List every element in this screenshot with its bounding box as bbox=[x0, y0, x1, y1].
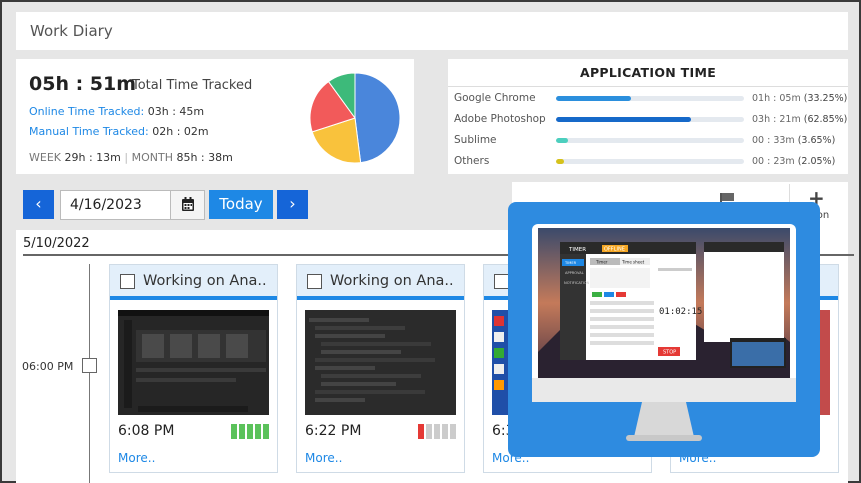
app-row-sublime: Sublime 00 : 33m (3.65%) bbox=[448, 133, 848, 149]
card-checkbox[interactable] bbox=[307, 274, 322, 289]
app-usage-fill bbox=[556, 96, 632, 101]
screenshot-card[interactable]: Working on Ana.. 6:08 PM More.. bbox=[109, 264, 278, 473]
divider bbox=[448, 86, 848, 87]
card-title: Working on Ana.. bbox=[143, 273, 267, 289]
app-name: Adobe Photoshop bbox=[454, 113, 546, 125]
screenshot-thumbnail[interactable] bbox=[305, 310, 456, 415]
activity-segment bbox=[442, 424, 448, 439]
app-usage-fill bbox=[556, 117, 692, 122]
app-time-percent: (62.85%) bbox=[803, 114, 848, 125]
page-title: Work Diary bbox=[30, 22, 113, 40]
promo-tab: Timer bbox=[595, 260, 608, 265]
app-row-others: Others 00 : 23m (2.05%) bbox=[448, 154, 848, 170]
app-time-percent: (2.05%) bbox=[797, 156, 836, 167]
activity-segment bbox=[255, 424, 261, 439]
online-time-row: Online Time Tracked: 03h : 45m bbox=[29, 105, 204, 118]
app-time-value: 00 : 23m bbox=[752, 156, 795, 167]
app-row-chrome: Google Chrome 01h : 05m (33.25%) bbox=[448, 91, 848, 107]
time-summary-card: 05h : 51m Total Time Tracked Online Time… bbox=[16, 59, 414, 174]
hour-label: 06:00 PM bbox=[22, 360, 74, 373]
activity-segment bbox=[239, 424, 245, 439]
app-time: 00 : 33m (3.65%) bbox=[752, 135, 835, 146]
online-time-label: Online Time Tracked: bbox=[29, 105, 145, 118]
activity-meter bbox=[231, 424, 269, 439]
promo-menu-item: TIMER bbox=[564, 261, 577, 265]
card-header: Working on Ana.. bbox=[110, 265, 277, 300]
date-picker[interactable]: 4/16/2023 bbox=[60, 190, 205, 220]
app-usage-bar bbox=[556, 159, 744, 164]
previous-day-button[interactable]: ‹ bbox=[23, 190, 54, 219]
monitor-illustration: TIMER OFFLINE TIMER APPROVAL NOTIFICATIO… bbox=[532, 224, 796, 441]
next-day-button[interactable]: › bbox=[277, 190, 308, 219]
app-time-value: 00 : 33m bbox=[752, 135, 795, 146]
app-time: 01h : 05m (33.25%) bbox=[752, 93, 847, 104]
promo-timer-tab: TIMER bbox=[568, 247, 586, 253]
app-usage-fill bbox=[556, 138, 569, 143]
app-usage-bar bbox=[556, 96, 744, 101]
manual-time-row: Manual Time Tracked: 02h : 02m bbox=[29, 125, 209, 138]
activity-segment bbox=[418, 424, 424, 439]
app-time-percent: (33.25%) bbox=[803, 93, 848, 104]
app-name: Google Chrome bbox=[454, 92, 536, 104]
activity-segment bbox=[426, 424, 432, 439]
card-checkbox[interactable] bbox=[120, 274, 135, 289]
promo-menu-item: APPROVAL bbox=[565, 271, 584, 275]
activity-meter bbox=[418, 424, 456, 439]
week-month-row: WEEK 29h : 13m | MONTH 85h : 38m bbox=[29, 151, 233, 164]
desktop-app-promo[interactable]: TIMER OFFLINE TIMER APPROVAL NOTIFICATIO… bbox=[508, 202, 820, 457]
today-button[interactable]: Today bbox=[209, 190, 273, 219]
activity-segment bbox=[263, 424, 269, 439]
pie-slice-blue bbox=[354, 72, 401, 164]
card-time: 6:08 PM bbox=[118, 423, 175, 439]
page-header: Work Diary bbox=[16, 12, 848, 50]
promo-timer-clock: 01:02:15 bbox=[659, 307, 702, 317]
month-value: 85h : 38m bbox=[176, 151, 233, 164]
promo-menu-item: NOTIFICATION bbox=[564, 281, 590, 285]
date-value[interactable]: 4/16/2023 bbox=[70, 197, 142, 213]
app-name: Others bbox=[454, 155, 490, 167]
app-time-percent: (3.65%) bbox=[797, 135, 836, 146]
screenshot-thumbnail[interactable] bbox=[118, 310, 269, 415]
card-checkbox[interactable] bbox=[494, 274, 509, 289]
activity-segment bbox=[231, 424, 237, 439]
month-label: MONTH bbox=[131, 151, 173, 164]
manual-time-label: Manual Time Tracked: bbox=[29, 125, 149, 138]
total-time-value: 05h : 51m bbox=[29, 73, 137, 95]
online-time-value: 03h : 45m bbox=[147, 105, 205, 118]
screenshot-card[interactable]: Working on Ana.. 6:22 PM More.. bbox=[296, 264, 465, 473]
application-time-title: APPLICATION TIME bbox=[579, 65, 717, 80]
promo-stop-button: STOP bbox=[663, 350, 676, 356]
more-link[interactable]: More.. bbox=[305, 451, 342, 465]
app-row-photoshop: Adobe Photoshop 03h : 21m (62.85%) bbox=[448, 112, 848, 128]
app-usage-fill bbox=[556, 159, 565, 164]
week-value: 29h : 13m bbox=[64, 151, 121, 164]
app-usage-bar bbox=[556, 117, 744, 122]
app-time-value: 01h : 05m bbox=[752, 93, 801, 104]
activity-segment bbox=[450, 424, 456, 439]
manual-time-value: 02h : 02m bbox=[152, 125, 209, 138]
card-header: Working on Ana.. bbox=[297, 265, 464, 300]
time-pie-chart bbox=[309, 72, 401, 164]
timeline-axis bbox=[89, 264, 90, 483]
promo-tab: Time sheet bbox=[621, 260, 645, 265]
activity-segment bbox=[247, 424, 253, 439]
app-time: 00 : 23m (2.05%) bbox=[752, 156, 835, 167]
card-title: Working on Ana.. bbox=[330, 273, 454, 289]
application-time-card: APPLICATION TIME Google Chrome 01h : 05m… bbox=[448, 59, 848, 174]
day-label: 5/10/2022 bbox=[23, 236, 90, 251]
more-link[interactable]: More.. bbox=[118, 451, 155, 465]
activity-segment bbox=[434, 424, 440, 439]
app-usage-bar bbox=[556, 138, 744, 143]
card-time: 6:22 PM bbox=[305, 423, 362, 439]
total-time-label: Total Time Tracked bbox=[132, 78, 253, 93]
week-label: WEEK bbox=[29, 151, 61, 164]
promo-offline-badge: OFFLINE bbox=[604, 247, 625, 253]
calendar-icon[interactable] bbox=[170, 191, 204, 219]
app-time: 03h : 21m (62.85%) bbox=[752, 114, 847, 125]
app-name: Sublime bbox=[454, 134, 497, 146]
hour-select-checkbox[interactable] bbox=[82, 358, 97, 373]
app-time-value: 03h : 21m bbox=[752, 114, 801, 125]
